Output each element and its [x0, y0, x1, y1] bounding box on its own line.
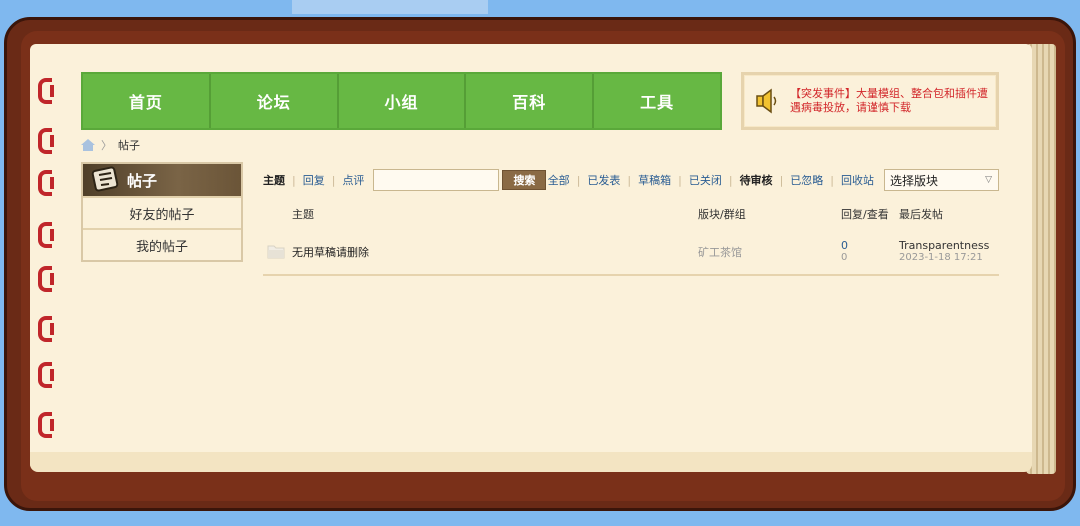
divider: |	[728, 173, 733, 187]
filter-recycle-bin[interactable]: 回收站	[841, 172, 874, 188]
sidebar: 帖子 好友的帖子 我的帖子	[81, 162, 243, 262]
post-toolbar: 主题 | 回复 | 点评 搜索 全部 | 已发表 | 草稿箱 | 已关闭 | 待…	[263, 168, 999, 192]
sidebar-title: 帖子	[127, 171, 158, 190]
speaker-icon	[756, 88, 777, 114]
divider: |	[292, 173, 296, 187]
sidebar-header: 帖子	[83, 164, 241, 196]
divider: |	[331, 173, 336, 187]
folder-icon	[267, 245, 285, 259]
divider: |	[627, 173, 632, 187]
binder-ring	[38, 316, 54, 342]
binder-ring	[38, 362, 54, 388]
breadcrumb-current: 帖子	[118, 139, 140, 152]
home-icon[interactable]	[81, 139, 95, 151]
column-header-board: 版块/群组	[698, 208, 746, 221]
announcement-text: 【突发事件】大量模组、整合包和插件遭遇病毒投放，请谨慎下载	[790, 87, 988, 114]
sidebar-item-my-posts[interactable]: 我的帖子	[83, 228, 241, 260]
column-header-stats: 回复/查看	[841, 208, 889, 221]
scroll-icon	[91, 166, 119, 192]
nav-item-home[interactable]: 首页	[83, 74, 211, 128]
filter-closed[interactable]: 已关闭	[689, 172, 722, 188]
table-header: 主题 版块/群组 回复/查看 最后发帖	[263, 204, 999, 222]
binder-ring	[38, 222, 54, 248]
sidebar-item-friends-posts[interactable]: 好友的帖子	[83, 196, 241, 228]
post-title-link[interactable]: 无用草稿请删除	[292, 244, 369, 260]
sky-background-block	[292, 0, 488, 14]
binder-ring	[38, 78, 54, 104]
board-select-value: 选择版块	[890, 173, 939, 188]
reply-count[interactable]: 0	[841, 239, 848, 252]
view-count: 0	[841, 252, 848, 263]
status-filters: 全部 | 已发表 | 草稿箱 | 已关闭 | 待审核 | 已忽略 | 回收站 选…	[548, 169, 999, 191]
nav-item-groups[interactable]: 小组	[339, 74, 467, 128]
chevron-down-icon: ▽	[985, 175, 992, 185]
filter-pending[interactable]: 待审核	[740, 172, 773, 188]
search-button[interactable]: 搜索	[502, 170, 547, 190]
last-post-user[interactable]: Transparentness	[899, 239, 989, 252]
nav-item-tools[interactable]: 工具	[594, 74, 720, 128]
announcement-box[interactable]: 【突发事件】大量模组、整合包和插件遭遇病毒投放，请谨慎下载	[741, 72, 999, 130]
last-post-time: 2023-1-18 17:21	[899, 252, 983, 263]
divider: |	[779, 173, 784, 187]
main-nav: 首页 论坛 小组 百科 工具	[81, 72, 722, 130]
breadcrumb: 〉 帖子	[81, 137, 140, 153]
binder-ring	[38, 170, 54, 196]
filter-published[interactable]: 已发表	[587, 172, 620, 188]
divider: |	[678, 173, 682, 187]
column-header-last-post: 最后发帖	[899, 208, 943, 221]
nav-item-wiki[interactable]: 百科	[466, 74, 595, 128]
divider: |	[830, 173, 834, 187]
posts-table: 主题 版块/群组 回复/查看 最后发帖 无用草稿请删除 矿工茶馆 0 0 Tra…	[263, 204, 999, 276]
tab-topics[interactable]: 主题	[263, 172, 285, 188]
nav-item-forum[interactable]: 论坛	[211, 74, 339, 128]
filter-drafts[interactable]: 草稿箱	[638, 172, 671, 188]
board-select[interactable]: 选择版块 ▽	[884, 169, 999, 191]
binder-ring	[38, 266, 54, 292]
filter-all[interactable]: 全部	[548, 172, 570, 188]
tab-comments[interactable]: 点评	[342, 172, 364, 188]
table-row: 无用草稿请删除 矿工茶馆 0 0 Transparentness 2023-1-…	[263, 234, 999, 276]
divider: |	[576, 173, 581, 187]
column-header-subject: 主题	[292, 208, 314, 221]
filter-ignored[interactable]: 已忽略	[790, 172, 823, 188]
binder-ring	[38, 128, 54, 154]
tab-replies[interactable]: 回复	[303, 172, 325, 188]
notebook-page-bottom	[30, 452, 1032, 472]
search-input[interactable]	[373, 169, 500, 191]
binder-ring	[38, 412, 54, 438]
post-board-link[interactable]: 矿工茶馆	[698, 244, 742, 260]
chevron-right-icon: 〉	[101, 139, 112, 152]
